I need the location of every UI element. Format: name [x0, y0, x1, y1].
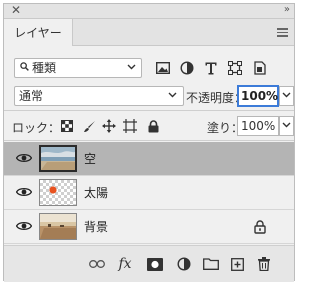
adjustment-icon[interactable] [175, 256, 193, 272]
blend-mode-select[interactable]: 通常 [14, 86, 184, 106]
lock-position-icon[interactable] [102, 119, 116, 133]
tab-layers[interactable]: レイヤー [4, 19, 73, 46]
layer-name[interactable]: 太陽 [84, 176, 108, 210]
trash-icon[interactable] [255, 256, 273, 272]
chevron-down-icon [282, 92, 291, 98]
filter-kind-label: 種類 [32, 61, 57, 75]
fill-input[interactable]: 100% [237, 116, 279, 136]
lock-artboard-icon[interactable] [123, 119, 137, 133]
chevron-down-icon [282, 122, 291, 128]
lock-image-pixels-icon[interactable] [82, 119, 96, 133]
chevron-down-icon [168, 92, 177, 98]
layer-row-sky[interactable]: 空 [4, 142, 294, 176]
layer-filter-select[interactable]: 種類 [14, 58, 142, 78]
divider [4, 140, 294, 141]
layer-name[interactable]: 空 [84, 142, 96, 176]
tab-bar: レイヤー [4, 19, 294, 46]
layer-row-background[interactable]: 背景 [4, 210, 294, 244]
eye-icon[interactable] [16, 153, 32, 163]
layer-name[interactable]: 背景 [84, 210, 108, 244]
blend-mode-value: 通常 [19, 89, 44, 103]
eye-icon[interactable] [16, 187, 32, 197]
bottom-toolbar: fx [4, 245, 294, 282]
opacity-dropdown-button[interactable] [279, 86, 294, 106]
link-icon[interactable] [88, 256, 106, 272]
search-icon [20, 62, 29, 71]
layer-thumbnail [39, 145, 77, 172]
lock-label: ロック： [12, 121, 61, 135]
adjustment-filter-icon[interactable] [179, 60, 195, 76]
layer-thumbnail [39, 213, 77, 240]
new-layer-icon[interactable] [228, 256, 246, 272]
pixel-filter-icon[interactable] [155, 60, 171, 76]
layer-list: 空 太陽 背景 [4, 142, 294, 244]
chevron-down-icon [127, 64, 136, 70]
layers-panel: ✕ » レイヤー 種類 通常 不透明度： 100% ロック： 塗り： 100% … [3, 3, 295, 282]
fx-icon[interactable]: fx [116, 256, 134, 272]
panel-menu-icon[interactable] [277, 28, 288, 39]
layer-row-sun[interactable]: 太陽 [4, 176, 294, 210]
collapse-icon[interactable]: » [284, 3, 290, 17]
eye-icon[interactable] [16, 221, 32, 231]
layer-thumbnail [39, 179, 77, 206]
divider [4, 110, 294, 111]
smart-object-filter-icon[interactable] [252, 60, 268, 76]
mask-icon[interactable] [146, 256, 164, 272]
shape-filter-icon[interactable] [227, 60, 243, 76]
folder-icon[interactable] [202, 256, 220, 272]
type-filter-icon[interactable] [203, 60, 219, 76]
opacity-input[interactable]: 100% [237, 85, 279, 107]
lock-transparent-pixels-icon[interactable] [60, 119, 74, 133]
fill-dropdown-button[interactable] [279, 116, 294, 136]
lock-icon [254, 220, 266, 234]
lock-all-icon[interactable] [146, 119, 160, 133]
panel-titlebar: ✕ » [4, 3, 294, 19]
close-icon[interactable]: ✕ [11, 3, 21, 17]
